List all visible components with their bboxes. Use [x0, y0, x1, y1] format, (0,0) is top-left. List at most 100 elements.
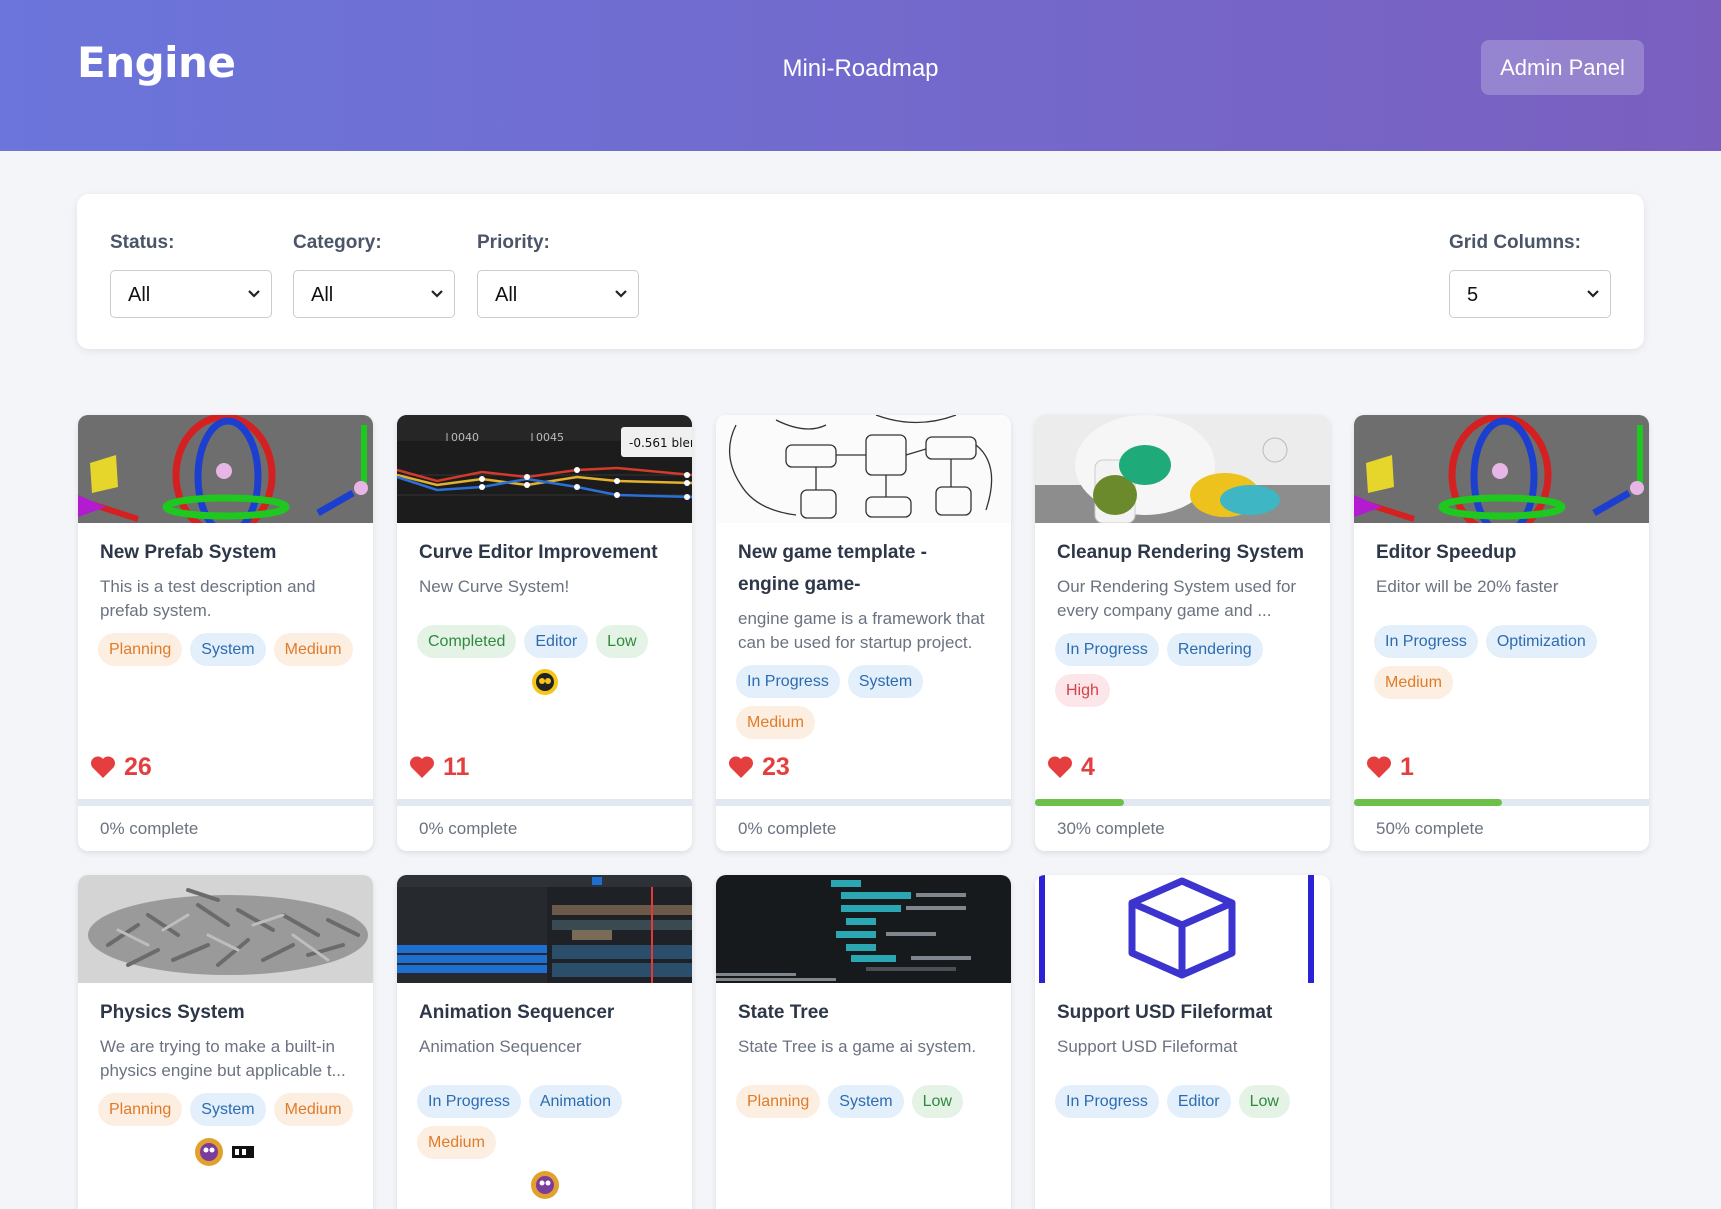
status-select[interactable]: All [110, 270, 272, 318]
priority-badge: Low [911, 1085, 963, 1118]
progress-bar [1035, 799, 1330, 806]
timeline-label: 0040 [451, 431, 479, 444]
card-description: Support USD Fileformat [1057, 1037, 1238, 1056]
like-button[interactable]: 23 [728, 753, 790, 782]
priority-badge: Medium [417, 1126, 496, 1159]
like-count: 1 [1400, 753, 1414, 781]
card-description: Editor will be 20% faster [1376, 577, 1559, 596]
like-button[interactable]: 4 [1047, 753, 1095, 782]
like-button[interactable]: 26 [90, 753, 152, 782]
assignee-avatars [78, 1138, 373, 1166]
progress-fill [1035, 799, 1124, 806]
status-badge: In Progress [1055, 633, 1159, 666]
priority-select-value: All [495, 284, 518, 306]
status-badge: In Progress [1055, 1085, 1159, 1118]
card-thumbnail [78, 415, 373, 523]
category-badge: System [190, 1093, 266, 1126]
category-badge: Optimization [1485, 625, 1597, 658]
card-thumbnail [716, 875, 1011, 983]
card-description: Animation Sequencer [419, 1037, 582, 1056]
status-badge: In Progress [736, 665, 840, 698]
tooltip-label: -0.561 blen [629, 436, 692, 450]
card-title[interactable]: New game template - engine game- [716, 523, 1011, 601]
card-title[interactable]: Support USD Fileformat [1035, 983, 1330, 1029]
card-thumbnail [78, 875, 373, 983]
assignee-avatars [397, 1171, 692, 1199]
roadmap-card[interactable]: Animation Sequencer Animation Sequencer … [397, 875, 692, 1209]
like-count: 26 [124, 753, 152, 781]
like-count: 11 [443, 753, 470, 781]
card-description: New Curve System! [419, 577, 570, 596]
avatar[interactable] [531, 668, 559, 696]
card-title[interactable]: Curve Editor Improvement [397, 523, 692, 569]
roadmap-card[interactable]: Cleanup Rendering System Our Rendering S… [1035, 415, 1330, 851]
like-count: 4 [1081, 753, 1095, 781]
category-select[interactable]: All [293, 270, 455, 318]
card-thumbnail [716, 415, 1011, 523]
chevron-down-icon [614, 286, 628, 304]
category-badge: Rendering [1166, 633, 1263, 666]
progress-bar [78, 799, 373, 806]
progress-text: 50% complete [1376, 819, 1484, 838]
avatar[interactable] [228, 1138, 257, 1166]
priority-select[interactable]: All [477, 270, 639, 318]
card-tags: Completed Editor Low [397, 599, 692, 658]
priority-filter-label: Priority: [477, 232, 550, 253]
progress-bar [716, 799, 1011, 806]
status-filter-label: Status: [110, 232, 175, 253]
category-filter-label: Category: [293, 232, 382, 253]
heart-icon [409, 756, 435, 778]
card-title[interactable]: Animation Sequencer [397, 983, 692, 1029]
like-button[interactable]: 11 [409, 753, 469, 782]
status-badge: Planning [736, 1085, 821, 1118]
card-tags: Planning System Medium [78, 623, 373, 666]
card-tags: Planning System Medium [78, 1083, 373, 1126]
roadmap-card[interactable]: 0040 0045 -0.561 blen Curve Editor Impro… [397, 415, 692, 851]
like-button[interactable]: 1 [1366, 753, 1414, 782]
grid-columns-label: Grid Columns: [1449, 232, 1581, 253]
card-title[interactable]: Editor Speedup [1354, 523, 1649, 569]
roadmap-card[interactable]: New Prefab System This is a test descrip… [78, 415, 373, 851]
card-tags: In Progress System Medium [716, 655, 1011, 739]
status-badge: Planning [98, 1093, 183, 1126]
chevron-down-icon [430, 286, 444, 304]
category-badge: Editor [1166, 1085, 1231, 1118]
card-title[interactable]: State Tree [716, 983, 1011, 1029]
like-count: 23 [762, 753, 790, 781]
avatar[interactable] [530, 1171, 559, 1199]
grid-columns-select[interactable]: 5 [1449, 270, 1611, 318]
progress-bar [1354, 799, 1649, 806]
status-badge: In Progress [1374, 625, 1478, 658]
page-subtitle: Mini-Roadmap [782, 55, 939, 82]
filter-bar: Status: All Category: All Priority: All … [77, 194, 1644, 349]
roadmap-card[interactable]: Support USD Fileformat Support USD Filef… [1035, 875, 1330, 1209]
status-select-value: All [128, 284, 151, 306]
chevron-down-icon [247, 286, 261, 304]
roadmap-card[interactable]: Physics System We are trying to make a b… [78, 875, 373, 1209]
category-badge: System [828, 1085, 904, 1118]
admin-panel-button[interactable]: Admin Panel [1481, 40, 1644, 95]
status-badge: In Progress [417, 1085, 521, 1118]
priority-badge: High [1055, 674, 1110, 707]
progress-text: 0% complete [100, 819, 199, 838]
category-badge: System [847, 665, 924, 698]
priority-badge: Medium [273, 1093, 353, 1126]
roadmap-card[interactable]: State Tree State Tree is a game ai syste… [716, 875, 1011, 1209]
card-title[interactable]: New Prefab System [78, 523, 373, 569]
card-description: We are trying to make a built-in physics… [100, 1037, 346, 1080]
priority-badge: Low [1238, 1085, 1290, 1118]
card-tags: In Progress Rendering High [1035, 623, 1330, 707]
priority-badge: Medium [273, 633, 353, 666]
priority-badge: Medium [736, 706, 815, 739]
roadmap-card[interactable]: New game template - engine game- engine … [716, 415, 1011, 851]
card-title[interactable]: Physics System [78, 983, 373, 1029]
priority-badge: Medium [1374, 666, 1453, 699]
timeline-label: 0045 [536, 431, 564, 444]
avatar[interactable] [194, 1138, 223, 1166]
card-title[interactable]: Cleanup Rendering System [1035, 523, 1330, 569]
status-filter: Status: All [110, 232, 272, 318]
progress-text: 30% complete [1057, 819, 1165, 838]
card-description: State Tree is a game ai system. [738, 1037, 977, 1056]
heart-icon [1366, 756, 1392, 778]
roadmap-card[interactable]: Editor Speedup Editor will be 20% faster… [1354, 415, 1649, 851]
